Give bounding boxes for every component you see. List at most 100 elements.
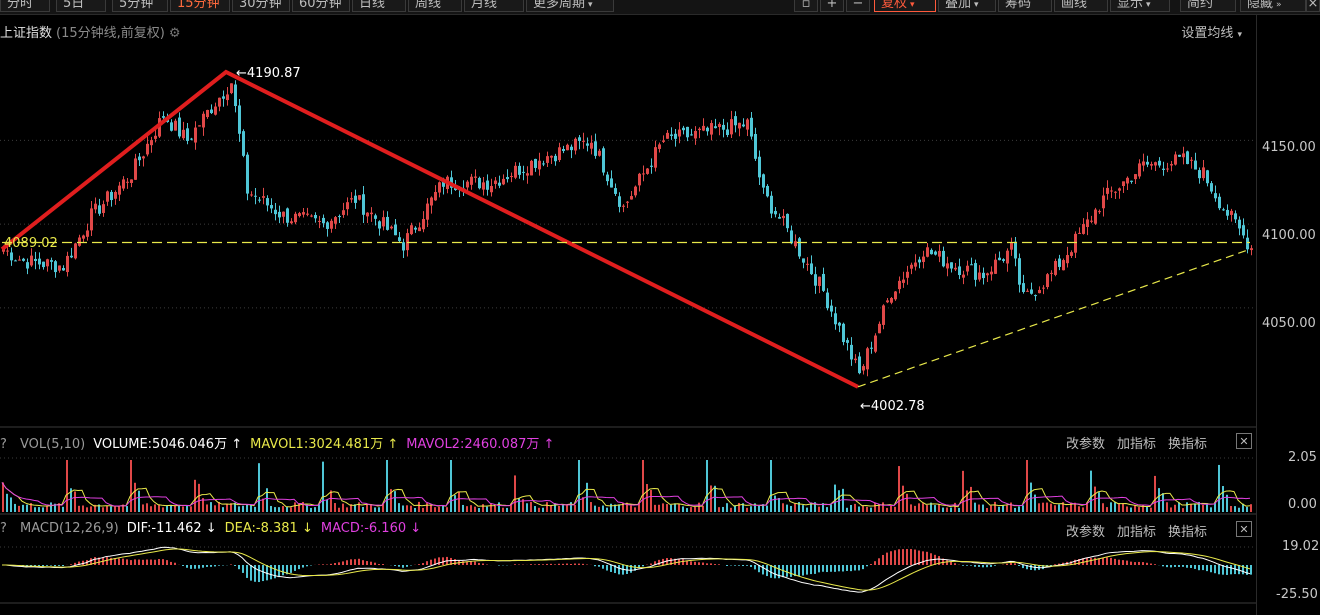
add-indicator-button[interactable]: 加指标 (1117, 437, 1156, 452)
volume-bar (366, 504, 368, 512)
volume-bar (862, 505, 864, 512)
macd-indicator-name[interactable]: MACD(12,26,9) (20, 521, 119, 536)
volume-bar (194, 479, 196, 512)
candle-body (294, 213, 297, 223)
candle-body (898, 280, 901, 290)
candle-body (838, 322, 841, 326)
change-params-button[interactable]: 改参数 (1066, 437, 1105, 452)
candle-body (466, 181, 469, 188)
candle-body (170, 122, 173, 131)
change-params-button[interactable]: 改参数 (1066, 525, 1105, 540)
volume-bar (1046, 502, 1048, 512)
candle-body (470, 176, 473, 185)
switch-indicator-button[interactable]: 换指标 (1168, 437, 1207, 452)
volume-bar (850, 504, 852, 512)
candle-body (546, 156, 549, 163)
candle-body (870, 347, 873, 349)
candle-body (742, 124, 745, 127)
candle-body (386, 216, 389, 230)
candle-body (902, 279, 905, 283)
candle-body (1214, 193, 1217, 199)
candle-body (1034, 295, 1037, 297)
volume-bar (1130, 507, 1132, 512)
volume-bar (1082, 507, 1084, 512)
candle-body (590, 142, 593, 149)
volume-bar (410, 505, 412, 512)
volume-bar (1146, 506, 1148, 512)
candle-body (370, 212, 373, 215)
candle-body (922, 256, 925, 262)
candle-body (474, 176, 477, 178)
volume-bar (1042, 502, 1044, 512)
candle-body (434, 191, 437, 201)
volume-bar (1170, 507, 1172, 512)
candle-body (1102, 195, 1105, 209)
candle-body (1182, 153, 1185, 158)
candle-body (306, 213, 309, 215)
candle-body (842, 323, 845, 343)
volume-bar (718, 507, 720, 512)
volume-bar (1182, 508, 1184, 512)
volume-bar (566, 504, 568, 512)
volume-bar (1102, 503, 1104, 512)
candle-body (930, 249, 933, 255)
candle-body (94, 203, 97, 210)
candle-body (398, 237, 401, 241)
candle-body (1018, 258, 1021, 285)
candle-body (1174, 154, 1177, 165)
y-tick-4050: 4050.00 (1262, 316, 1316, 331)
volume-bar (78, 505, 80, 512)
volume-bar (558, 505, 560, 512)
help-icon[interactable]: ? (0, 521, 10, 536)
candle-body (1246, 237, 1249, 250)
close-icon[interactable]: ✕ (1236, 433, 1252, 449)
volume-bar (1246, 506, 1248, 512)
volume-bar (190, 506, 192, 512)
volume-bar (310, 507, 312, 512)
add-indicator-button[interactable]: 加指标 (1117, 525, 1156, 540)
candle-body (626, 201, 629, 203)
volume-bar (86, 507, 88, 512)
candle-body (950, 262, 953, 269)
low-price-label: 4002.78 (870, 399, 925, 414)
volume-bar (686, 508, 688, 512)
volume-bar (1222, 486, 1224, 512)
help-icon[interactable]: ? (0, 437, 10, 452)
volume-value-text: VOLUME:5046.046万 (93, 437, 228, 452)
candle-body (62, 268, 65, 271)
candle-body (402, 242, 405, 251)
candle-body (322, 217, 325, 224)
volume-bar (906, 493, 908, 512)
candle-body (10, 252, 13, 261)
candle-body (494, 180, 497, 184)
candle-body (918, 259, 921, 263)
candle-body (18, 259, 21, 261)
volume-bar (426, 503, 428, 512)
volume-bar (982, 504, 984, 512)
mavol1-value: MAVOL1:3024.481万 ↑ (250, 437, 399, 452)
close-icon[interactable]: ✕ (1236, 521, 1252, 537)
candle-body (390, 226, 393, 229)
candle-body (106, 191, 109, 202)
volume-bar (670, 504, 672, 512)
mavol2-value-text: MAVOL2:2460.087万 (406, 437, 540, 452)
candle-body (698, 128, 701, 131)
volume-bar (666, 504, 668, 512)
volume-bar (14, 503, 16, 512)
volume-bar (662, 503, 664, 512)
candle-body (162, 116, 165, 118)
volume-bar (282, 506, 284, 512)
volume-bar (262, 498, 264, 512)
candle-body (630, 196, 633, 200)
volume-bar (10, 497, 12, 512)
volume-indicator-name[interactable]: VOL(5,10) (20, 437, 85, 452)
switch-indicator-button[interactable]: 换指标 (1168, 525, 1207, 540)
volume-bar (1098, 492, 1100, 512)
volume-bar (1114, 502, 1116, 512)
volume-bar (334, 503, 336, 512)
candle-body (422, 219, 425, 230)
volume-bar (994, 501, 996, 512)
candle-body (818, 276, 821, 286)
candle-body (586, 143, 589, 146)
volume-bar (418, 501, 420, 512)
